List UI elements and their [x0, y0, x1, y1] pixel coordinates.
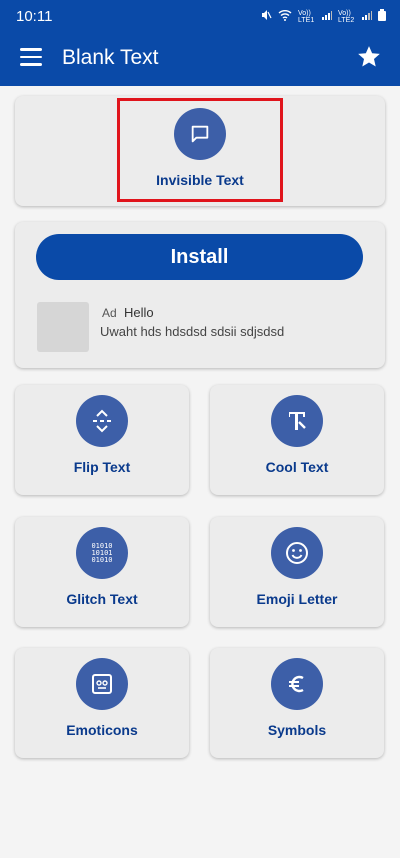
status-bar: 10:11 Vo)) LTE1 Vo)) LTE2	[0, 0, 400, 32]
emoji-letter-tile[interactable]: Emoji Letter	[210, 517, 384, 627]
symbols-tile[interactable]: Symbols	[210, 648, 384, 758]
wifi-icon	[278, 9, 292, 24]
svg-text:01010: 01010	[91, 556, 112, 564]
signal2-icon	[362, 10, 372, 23]
cool-text-label: Cool Text	[265, 459, 329, 475]
status-icons: Vo)) LTE1 Vo)) LTE2	[260, 9, 386, 24]
status-time: 10:11	[16, 8, 53, 25]
text-style-icon	[271, 395, 323, 447]
ad-title[interactable]: Hello	[124, 305, 154, 320]
ad-badge: Ad	[102, 306, 117, 320]
sim1-label: Vo)) LTE1	[298, 9, 315, 24]
app-bar: Blank Text	[0, 32, 400, 86]
battery-icon	[378, 9, 386, 24]
install-button[interactable]: Install	[36, 234, 363, 280]
flip-text-tile[interactable]: Flip Text	[15, 385, 189, 495]
app-title: Blank Text	[62, 46, 159, 69]
menu-icon[interactable]	[20, 48, 42, 66]
glitch-text-tile[interactable]: 01010 10101 01010 Glitch Text	[15, 517, 189, 627]
star-icon[interactable]	[356, 44, 382, 70]
flip-icon	[76, 395, 128, 447]
signal1-icon	[322, 10, 332, 23]
emoticons-tile[interactable]: Emoticons	[15, 648, 189, 758]
emoticons-label: Emoticons	[66, 722, 138, 738]
binary-icon: 01010 10101 01010	[76, 527, 128, 579]
sim2-label: Vo)) LTE2	[338, 9, 355, 24]
emoticon-face-icon	[76, 658, 128, 710]
smiley-icon	[271, 527, 323, 579]
ad-body[interactable]: Uwaht hds hdsdsd sdsii sdjsdsd	[100, 324, 284, 339]
symbols-label: Symbols	[267, 722, 327, 738]
emoji-letter-label: Emoji Letter	[256, 591, 338, 607]
flip-text-label: Flip Text	[73, 459, 131, 475]
cool-text-tile[interactable]: Cool Text	[210, 385, 384, 495]
glitch-text-label: Glitch Text	[66, 591, 138, 607]
ad-thumbnail[interactable]	[37, 302, 89, 352]
mute-icon	[260, 9, 272, 24]
highlight-box	[117, 98, 283, 202]
euro-icon	[271, 658, 323, 710]
